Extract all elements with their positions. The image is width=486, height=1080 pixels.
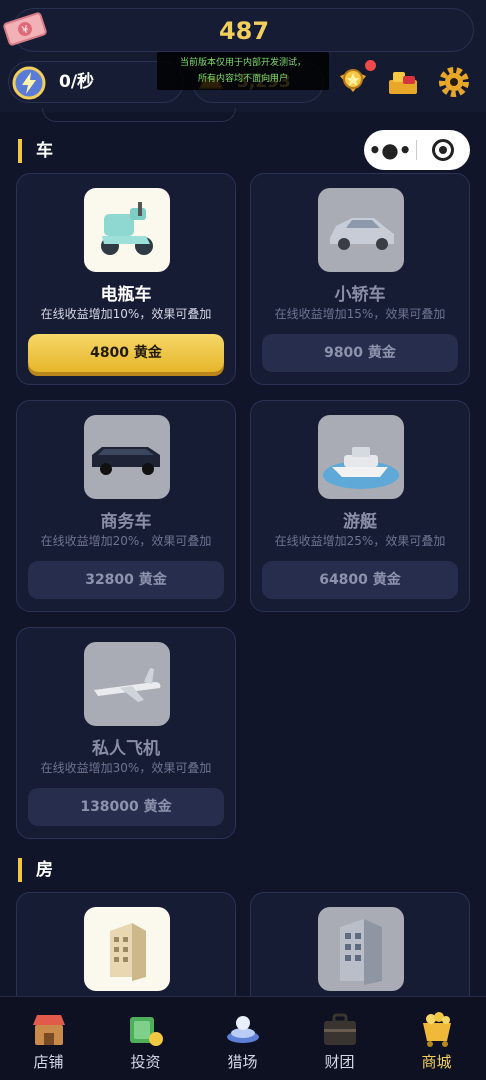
buy-button[interactable]: 138000 黄金 [28, 788, 224, 826]
nav-label: 投资 [130, 1053, 161, 1071]
nav-item-shop[interactable]: 店铺 [0, 997, 97, 1080]
buy-button[interactable]: 4800 黄金 [28, 334, 224, 372]
nav-label: 猎场 [227, 1053, 258, 1071]
scooter-icon [84, 188, 170, 272]
item-name: 商务车 [100, 512, 152, 532]
item-description: 在线收益增加10%，效果可叠加 [40, 307, 212, 321]
cash-value: 487 [218, 17, 270, 45]
buy-button[interactable]: 32800 黄金 [28, 561, 224, 599]
item-description: 在线收益增加30%，效果可叠加 [40, 761, 212, 775]
item-name: 小轿车 [334, 285, 386, 305]
gold-cart-icon [423, 1012, 451, 1047]
medal-icon[interactable] [335, 64, 371, 100]
nav-item-invest[interactable]: 投资 [97, 997, 194, 1080]
dev-notice-line1: 当前版本仅用于内部开发测试， [179, 58, 306, 68]
cash-display: 487 [12, 8, 474, 52]
nav-label: 商城 [421, 1053, 452, 1071]
shop-card-scooter: 电瓶车 在线收益增加10%，效果可叠加 4800 黄金 [16, 173, 236, 385]
item-description: 在线收益增加15%，效果可叠加 [274, 307, 446, 321]
briefcase-icon [324, 1013, 356, 1045]
item-description: 在线收益增加25%，效果可叠加 [274, 534, 446, 548]
miniprogram-capsule: •●• [364, 130, 470, 170]
nav-label: 财团 [324, 1053, 355, 1071]
income-rate-value: 0/秒 [59, 72, 95, 92]
bottom-navigation: 店铺 投资 猎场 财团 商城 [0, 996, 486, 1080]
item-name: 游艇 [343, 512, 377, 532]
nav-label: 店铺 [33, 1053, 64, 1071]
arena-icon [227, 1016, 259, 1043]
office-tower-icon [318, 907, 404, 991]
sedan-icon [318, 188, 404, 272]
limousine-icon [84, 415, 170, 499]
section-title-houses: 房 [18, 858, 53, 882]
dev-notice-line2: 所有内容均不面向用户 [197, 74, 288, 84]
more-menu-button[interactable]: •●• [364, 130, 416, 170]
yacht-icon [318, 415, 404, 499]
money-stack-icon [130, 1017, 163, 1046]
nav-item-arena[interactable]: 猎场 [194, 997, 291, 1080]
shop-card-limousine: 商务车 在线收益增加20%，效果可叠加 32800 黄金 [16, 400, 236, 612]
item-name: 私人飞机 [92, 739, 160, 759]
gift-icon[interactable] [385, 64, 421, 100]
shop-card-sedan: 小轿车 在线收益增加15%，效果可叠加 9800 黄金 [250, 173, 470, 385]
item-name: 电瓶车 [100, 285, 152, 305]
capsule-divider [416, 140, 417, 160]
apartment-icon [84, 907, 170, 991]
shop-icon [33, 1015, 65, 1045]
nav-item-mall[interactable]: 商城 [388, 997, 485, 1080]
buy-button[interactable]: 64800 黄金 [262, 561, 458, 599]
section-title-cars: 车 [18, 139, 53, 163]
dev-notice: 当前版本仅用于内部开发测试， 所有内容均不面向用户 [157, 52, 329, 90]
lightning-icon [12, 66, 46, 100]
notification-dot [365, 60, 376, 71]
item-description: 在线收益增加20%，效果可叠加 [40, 534, 212, 548]
shop-card-private-jet: 私人飞机 在线收益增加30%，效果可叠加 138000 黄金 [16, 627, 236, 839]
nav-item-consortium[interactable]: 财团 [291, 997, 388, 1080]
buy-button[interactable]: 9800 黄金 [262, 334, 458, 372]
close-miniprogram-button[interactable] [432, 139, 454, 161]
private-jet-icon [84, 642, 170, 726]
collapsed-row-edge [42, 108, 236, 122]
top-status-bar: 487 ¥ 0/秒 3,293 当前版本仅用于内部开发测试， 所有内容均不面向用… [0, 0, 486, 122]
shop-card-yacht: 游艇 在线收益增加25%，效果可叠加 64800 黄金 [250, 400, 470, 612]
gear-icon[interactable] [436, 64, 472, 100]
